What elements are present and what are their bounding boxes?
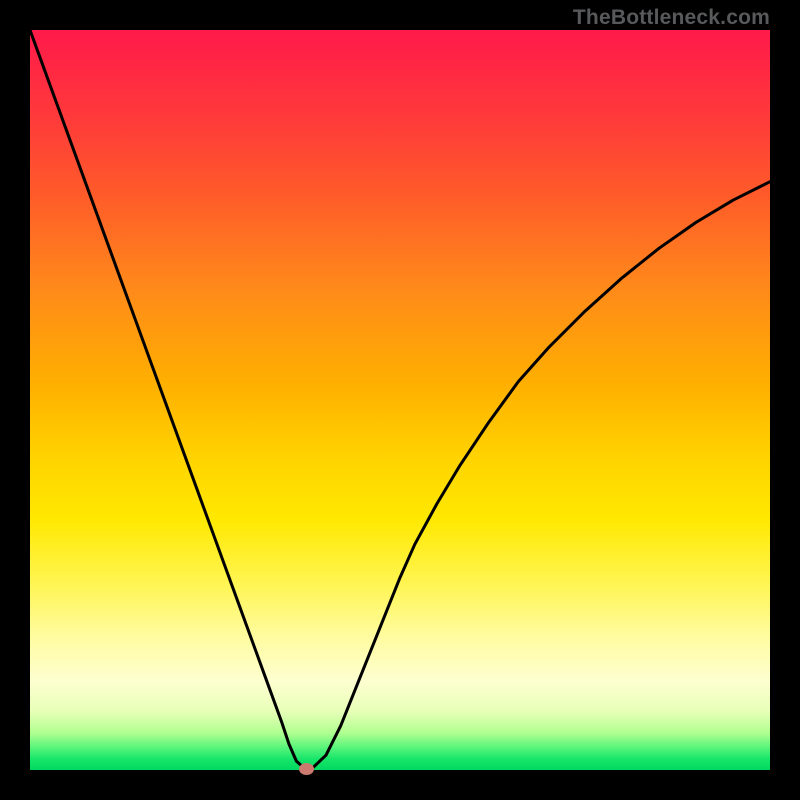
minimum-marker [299,763,314,775]
bottleneck-curve [30,30,770,770]
curve-path [30,30,770,769]
chart-frame: TheBottleneck.com [0,0,800,800]
plot-area [30,30,770,770]
attribution-text: TheBottleneck.com [573,6,770,30]
